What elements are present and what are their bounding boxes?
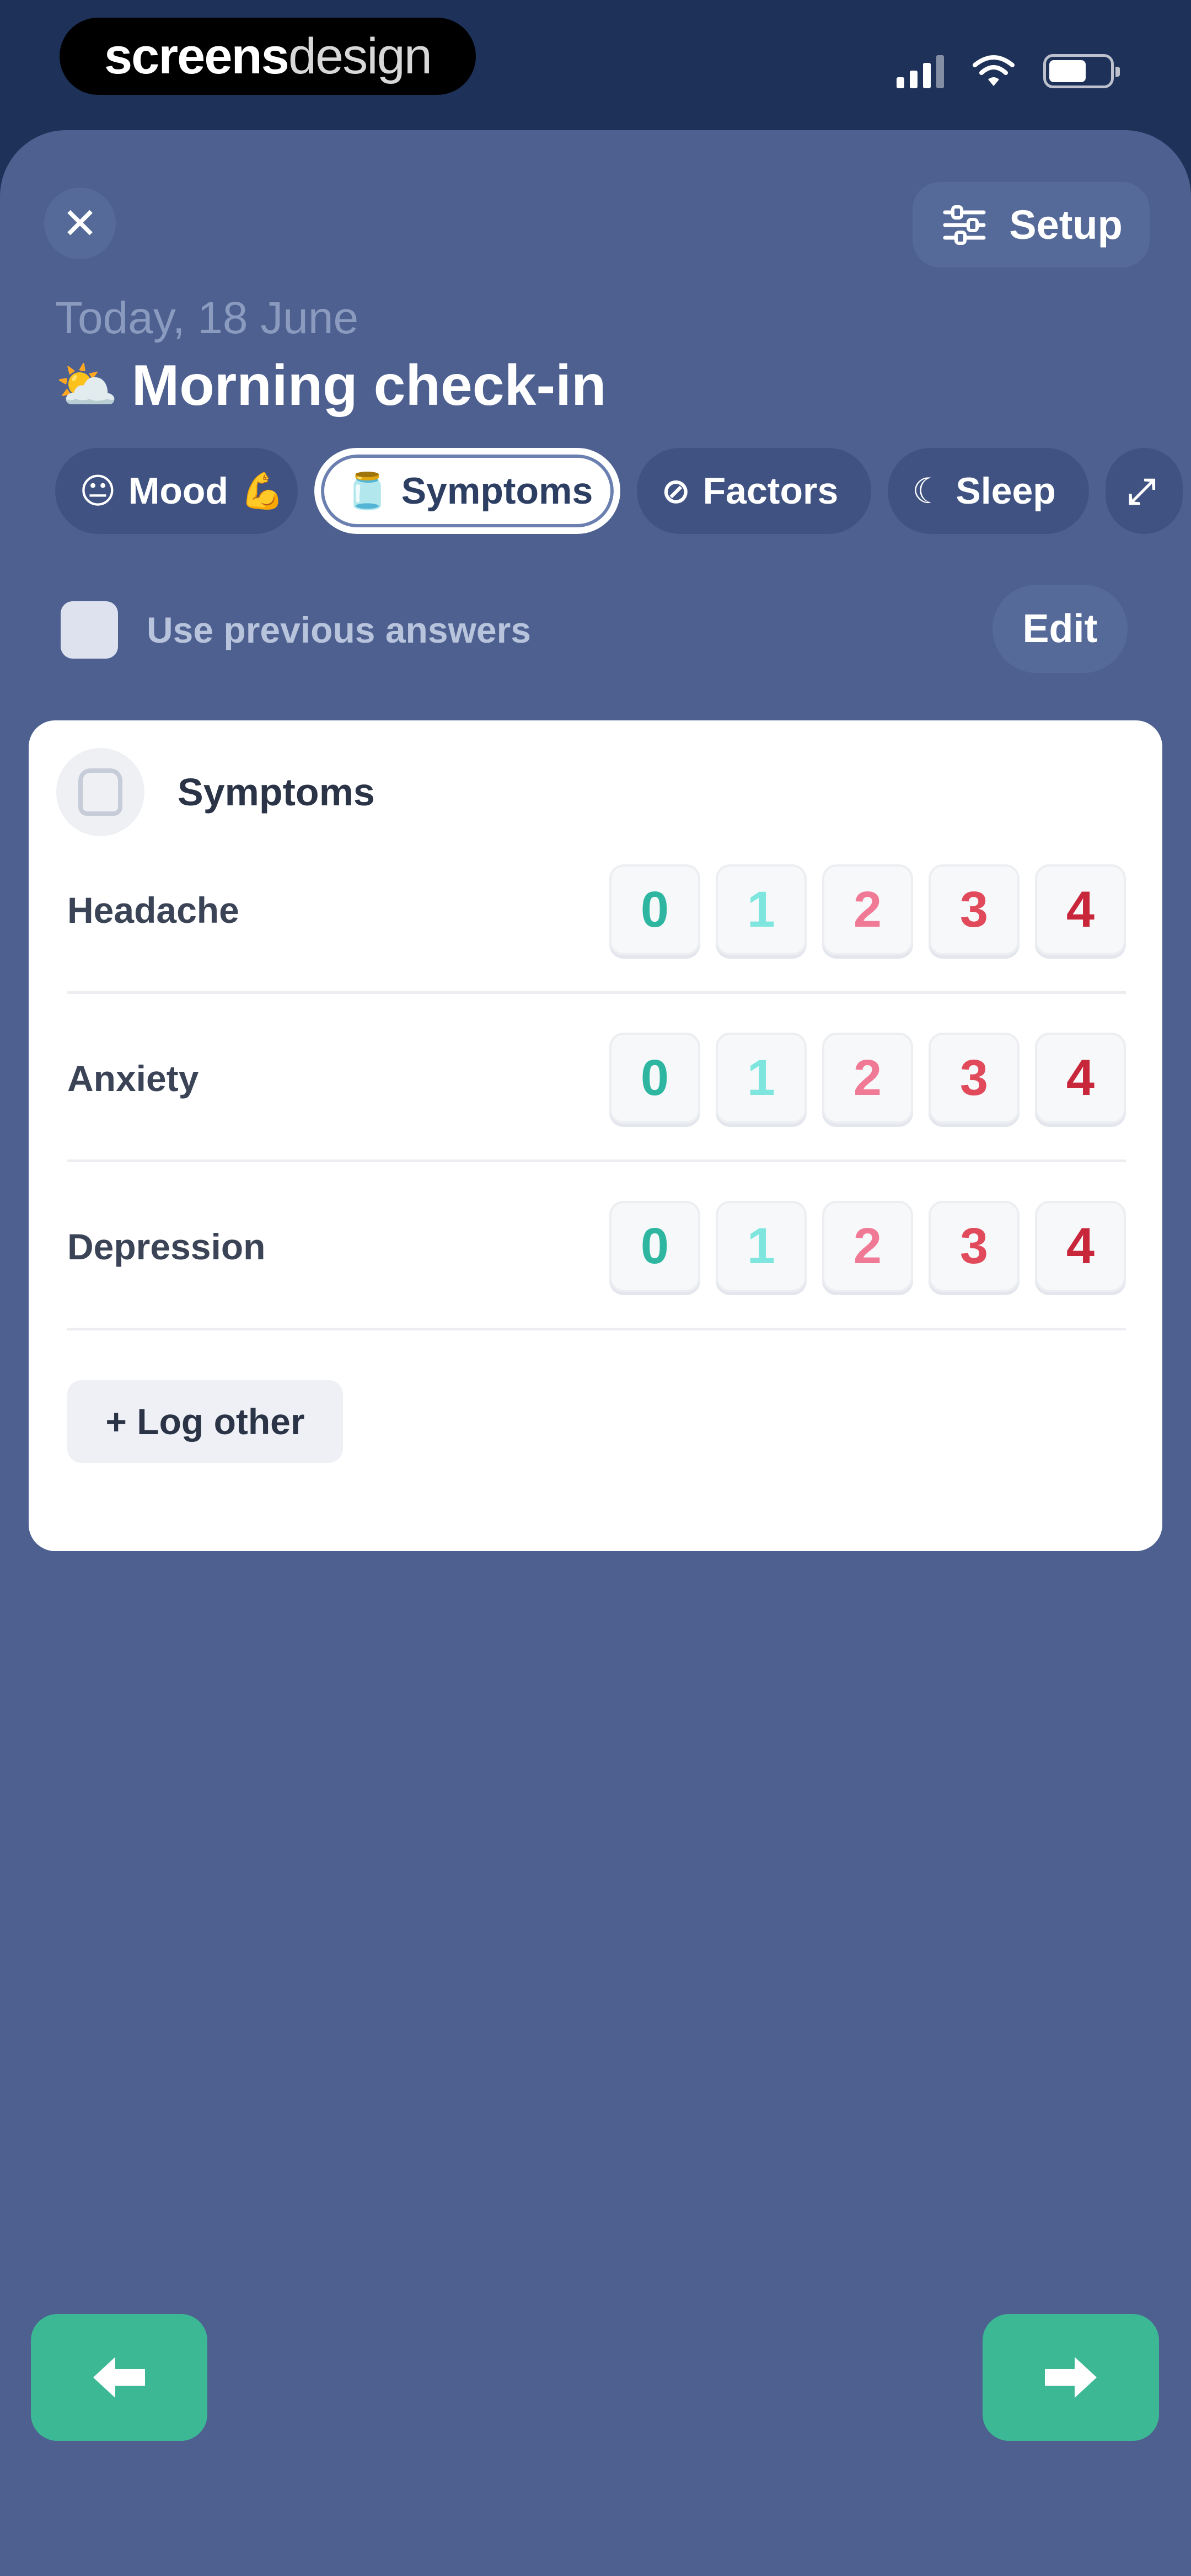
sliders-icon [943, 205, 986, 245]
symptom-row-depression: Depression 0 1 2 3 4 [67, 1165, 1126, 1330]
use-previous-answers-label: Use previous answers [147, 610, 531, 650]
severity-3-button[interactable]: 3 [929, 1201, 1020, 1292]
severity-1-button[interactable]: 1 [716, 1201, 807, 1292]
symptom-name: Anxiety [67, 1057, 199, 1099]
use-previous-answers-checkbox[interactable] [61, 601, 118, 659]
severity-scale: 0 1 2 3 4 [609, 1033, 1126, 1124]
tab-sleep-label: Sleep [956, 470, 1056, 512]
tab-sleep[interactable]: ☾ Sleep [888, 448, 1089, 534]
severity-scale: 0 1 2 3 4 [609, 864, 1126, 955]
title-text: Morning check-in [131, 354, 607, 418]
severity-4-button[interactable]: 4 [1035, 1033, 1126, 1124]
severity-4-button[interactable]: 4 [1035, 864, 1126, 955]
signal-icon [897, 55, 944, 88]
symptom-name: Depression [67, 1226, 266, 1267]
close-icon: ✕ [62, 199, 98, 248]
wifi-icon [972, 55, 1016, 88]
partly-cloudy-icon: ⛅ [55, 357, 119, 414]
tab-mood[interactable]: 😐 Mood 💪 [55, 448, 298, 534]
tab-more[interactable]: ⤢ [1106, 448, 1183, 534]
status-bar: screens design [0, 0, 1191, 127]
severity-0-button[interactable]: 0 [609, 1033, 700, 1124]
severity-3-button[interactable]: 3 [929, 864, 1020, 955]
back-button[interactable] [31, 2314, 207, 2441]
next-button[interactable] [983, 2314, 1159, 2441]
brand-part2: design [288, 28, 432, 84]
arrow-left-icon [93, 2357, 145, 2398]
severity-3-button[interactable]: 3 [929, 1033, 1020, 1124]
tab-symptoms-label: Symptoms [401, 470, 593, 512]
severity-2-button[interactable]: 2 [822, 1201, 913, 1292]
log-other-button[interactable]: + Log other [67, 1380, 343, 1463]
status-icons [897, 50, 1120, 88]
brand-part1: screens [104, 28, 289, 84]
symptom-row-anxiety: Anxiety 0 1 2 3 4 [67, 997, 1126, 1162]
severity-1-button[interactable]: 1 [716, 864, 807, 955]
tab-symptoms[interactable]: 🫙 Symptoms [314, 448, 620, 534]
card-title: Symptoms [178, 771, 375, 814]
battery-icon [1043, 54, 1120, 88]
tab-factors[interactable]: ⊘ Factors [637, 448, 871, 534]
severity-1-button[interactable]: 1 [716, 1033, 807, 1124]
use-previous-answers-row: Use previous answers [61, 601, 531, 659]
close-button[interactable]: ✕ [44, 188, 116, 259]
severity-2-button[interactable]: 2 [822, 1033, 913, 1124]
severity-4-button[interactable]: 4 [1035, 1201, 1126, 1292]
symptoms-card: Symptoms Headache 0 1 2 3 4 Anxiety 0 1 … [29, 720, 1162, 1551]
expand-icon: ⤢ [1128, 471, 1156, 511]
tab-factors-label: Factors [702, 470, 839, 512]
neutral-face-icon: 😐 [79, 471, 116, 511]
flexed-arm-icon: 💪 [240, 471, 285, 511]
factors-icon: ⊘ [661, 471, 691, 511]
severity-2-button[interactable]: 2 [822, 864, 913, 955]
severity-0-button[interactable]: 0 [609, 1201, 700, 1292]
setup-button[interactable]: Setup [913, 182, 1150, 268]
edit-button[interactable]: Edit [993, 585, 1128, 673]
card-header: Symptoms [56, 748, 375, 836]
page-title: ⛅ Morning check-in [55, 353, 607, 419]
symptom-name: Headache [67, 889, 239, 931]
severity-0-button[interactable]: 0 [609, 864, 700, 955]
category-tabs: 😐 Mood 💪 🫙 Symptoms ⊘ Factors ☾ Sleep ⤢ [55, 448, 1191, 534]
symptom-row-headache: Headache 0 1 2 3 4 [67, 829, 1126, 994]
jar-icon [56, 748, 144, 836]
jar-icon: 🫙 [345, 471, 389, 511]
moon-icon: ☾ [912, 471, 944, 511]
date-label: Today, 18 June [55, 293, 359, 343]
setup-label: Setup [1009, 202, 1123, 248]
arrow-right-icon [1045, 2357, 1097, 2398]
edit-label: Edit [1022, 607, 1098, 651]
brand-logo: screens design [60, 18, 476, 95]
tab-mood-label: Mood [128, 470, 228, 512]
severity-scale: 0 1 2 3 4 [609, 1201, 1126, 1292]
